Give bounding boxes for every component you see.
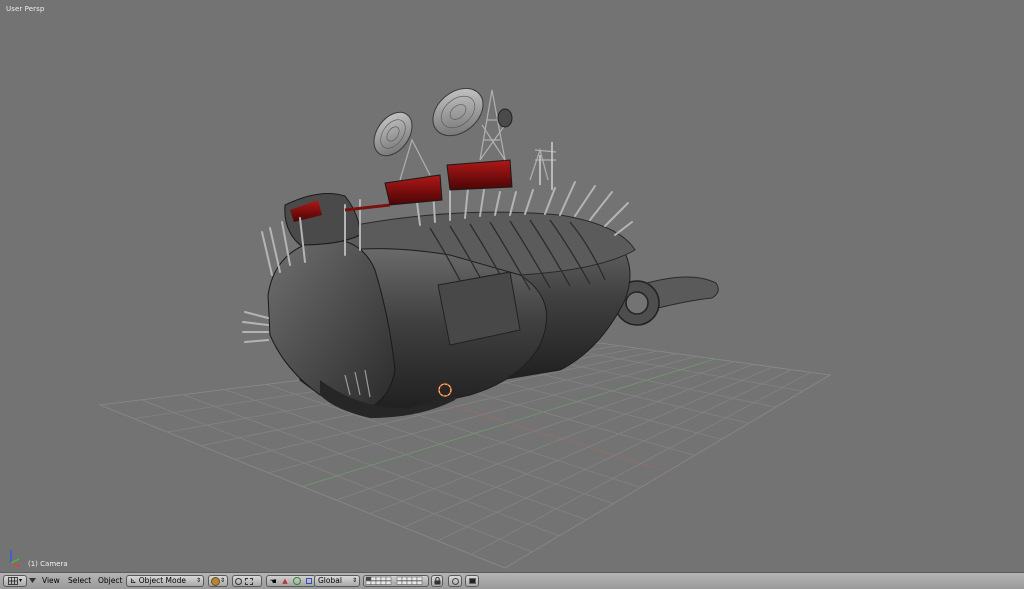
menu-view[interactable]: View [42,575,60,587]
object-mode-icon: ⊾ [130,576,137,585]
render-button[interactable] [448,575,462,587]
viewport-shading-select[interactable]: ⇕ [208,575,228,587]
orientation-select[interactable]: Global ⇕ [314,575,360,587]
pivot-select[interactable] [232,575,262,587]
lock-icon [434,577,440,585]
editor-type-button[interactable]: ▾ [3,575,27,587]
chevron-down-icon: ▾ [18,577,22,584]
camera-icon [468,578,476,584]
camera-view-button[interactable] [465,575,479,587]
grid-editor-icon [8,577,18,585]
mode-select[interactable]: ⊾ Object Mode ⇕ [126,575,204,587]
3d-viewport[interactable]: User Persp (1) Camera [0,0,1024,572]
chevron-updown-icon: ⇕ [195,577,201,584]
translate-icon[interactable]: ▲ [282,577,287,585]
grid-line [471,371,812,555]
manipulator-group: ☚ ▲ [266,575,316,587]
pivot-bounds-icon [245,577,253,585]
menu-object[interactable]: Object [98,575,122,587]
menu-select[interactable]: Select [68,575,91,587]
axis-gizmo-icon [10,550,21,567]
vehicle-model[interactable] [242,79,719,418]
satellite-dish-right [432,87,484,137]
chevron-updown-icon: ⇕ [351,577,357,584]
satellite-dish-left [373,111,413,157]
layers-grid-icon[interactable] [363,575,429,587]
grid-line [437,369,792,542]
active-object-label: (1) Camera [28,560,68,568]
scene-canvas[interactable] [0,0,1024,572]
menu-collapse-icon[interactable] [29,578,36,584]
render-icon [451,577,459,585]
rotate-icon[interactable] [292,577,301,585]
viewport-shading-icon [210,576,220,586]
manipulator-hand-icon[interactable]: ☚ [270,577,277,586]
view-perspective-label: User Persp [6,5,45,13]
scale-icon[interactable] [306,578,313,584]
pivot-icon [235,577,242,585]
lock-layers-button[interactable] [431,575,443,587]
3d-view-header: ▾ View Select Object ⊾ Object Mode ⇕ ⇕ ☚… [0,572,1024,589]
